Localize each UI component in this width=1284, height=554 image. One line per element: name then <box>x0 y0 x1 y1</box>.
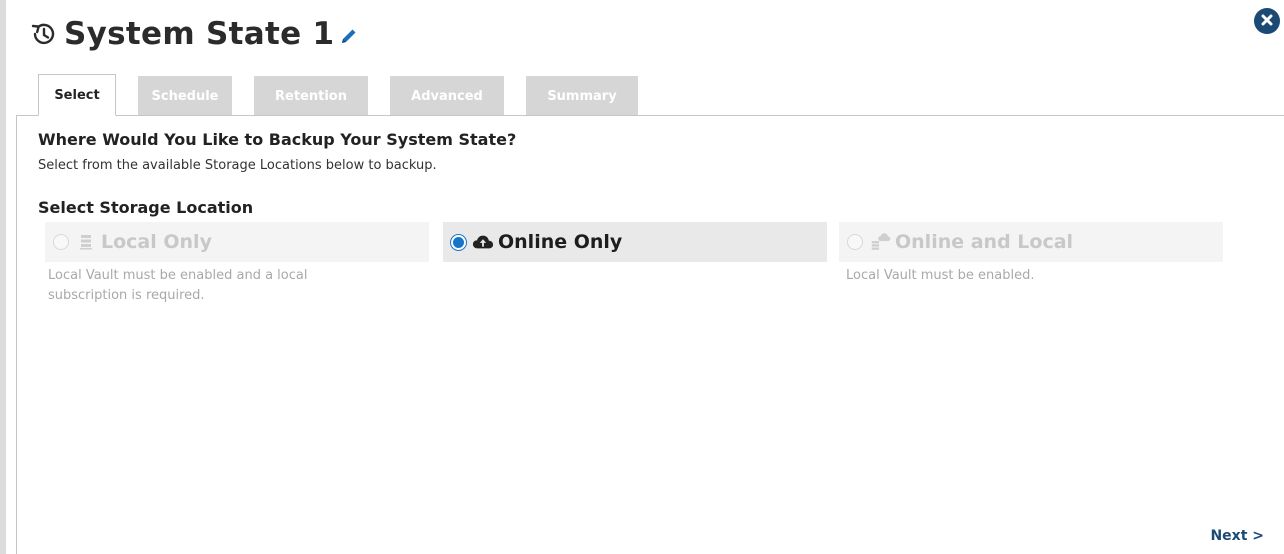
select-panel: Where Would You Like to Backup Your Syst… <box>16 115 1284 554</box>
option-local-only-label: Local Only <box>101 231 212 253</box>
next-button[interactable]: Next > <box>1210 528 1264 544</box>
dialog-header: System State 1 <box>28 12 360 56</box>
wizard-tabs: Select Schedule Retention Advanced Summa… <box>38 74 660 116</box>
option-local-only-note: Local Vault must be enabled and a local … <box>48 268 308 303</box>
tab-advanced[interactable]: Advanced <box>390 76 504 116</box>
tab-select[interactable]: Select <box>38 74 116 116</box>
option-online-only-label: Online Only <box>498 231 623 253</box>
panel-subheading: Select from the available Storage Locati… <box>38 158 437 173</box>
panel-heading: Where Would You Like to Backup Your Syst… <box>38 130 517 149</box>
close-button[interactable] <box>1254 8 1280 34</box>
left-rail <box>0 0 6 554</box>
cloud-upload-icon <box>472 231 494 253</box>
backup-dialog: System State 1 Select Schedule Retention… <box>0 0 1284 554</box>
storage-location-title: Select Storage Location <box>38 198 254 217</box>
option-online-only[interactable]: Online Only <box>443 222 827 262</box>
server-icon <box>75 231 97 253</box>
tab-schedule[interactable]: Schedule <box>138 76 232 116</box>
option-online-and-local[interactable]: Online and Local <box>839 222 1223 262</box>
option-online-and-local-label: Online and Local <box>895 231 1074 253</box>
radio-online-only[interactable] <box>451 234 466 250</box>
close-icon <box>1260 12 1274 31</box>
option-online-and-local-note: Local Vault must be enabled. <box>846 268 1035 283</box>
radio-online-and-local[interactable] <box>847 234 863 250</box>
tab-summary[interactable]: Summary <box>526 76 638 116</box>
tab-retention[interactable]: Retention <box>254 76 368 116</box>
server-cloud-icon <box>869 231 891 253</box>
radio-local-only[interactable] <box>53 234 69 250</box>
pencil-icon[interactable] <box>338 25 360 47</box>
option-local-only[interactable]: Local Only <box>45 222 429 262</box>
history-icon <box>28 19 58 49</box>
page-title: System State 1 <box>64 16 335 52</box>
